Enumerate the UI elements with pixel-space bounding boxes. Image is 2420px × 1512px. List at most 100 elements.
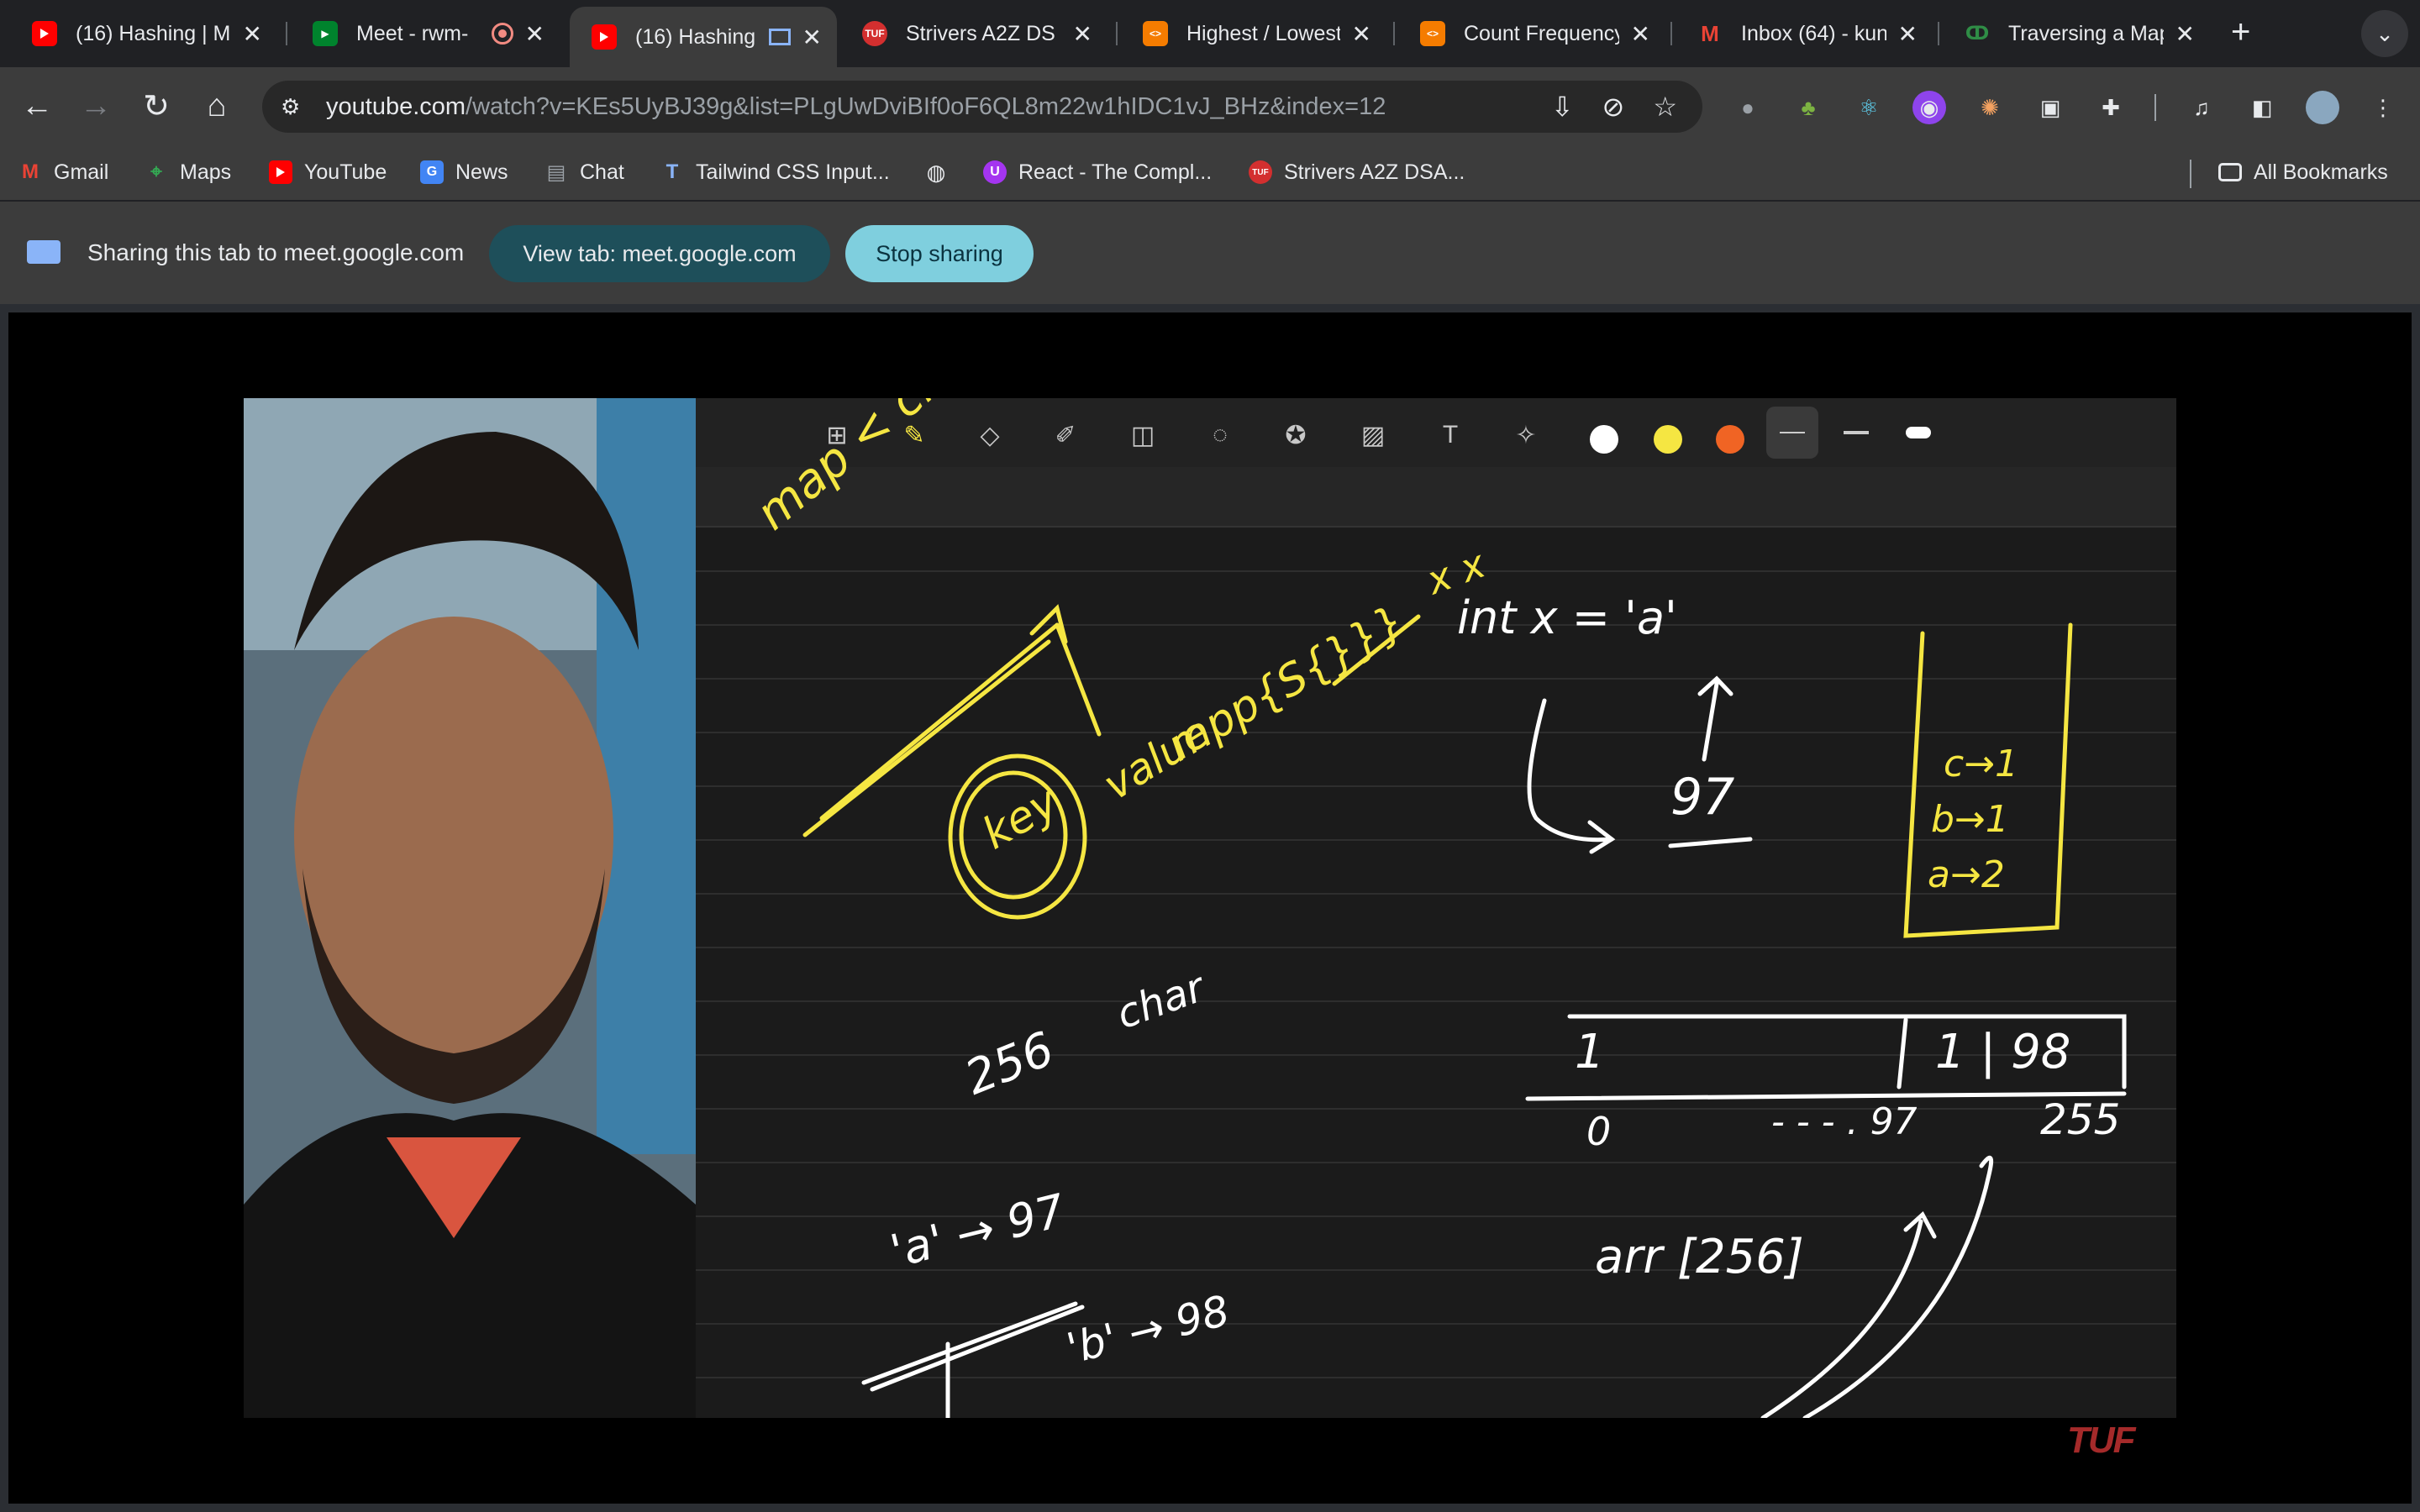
tuf-icon: TUF <box>862 21 887 46</box>
bookmark-gmail[interactable]: M Gmail <box>18 156 108 188</box>
bookmarks-divider <box>2190 160 2191 188</box>
close-icon[interactable]: ✕ <box>2175 20 2195 48</box>
tuf-icon: TUF <box>1249 160 1272 184</box>
tab-separator <box>286 22 287 45</box>
tab-highest-lowest[interactable]: <> Highest / Lowest ✕ <box>1121 8 1386 59</box>
new-tab-button[interactable]: + <box>2231 15 2250 49</box>
home-button[interactable]: ⌂ <box>195 84 239 128</box>
note-97: 97 <box>1670 768 1735 827</box>
extension-icon[interactable]: ● <box>1731 91 1765 124</box>
site-settings-icon[interactable]: ⚙ <box>281 94 314 120</box>
bookmark-news[interactable]: G News <box>420 156 508 188</box>
view-tab-button[interactable]: View tab: meet.google.com <box>489 225 830 282</box>
toolbar-divider <box>2154 94 2156 121</box>
tab-title: Traversing a Map <box>2008 21 2164 45</box>
url-path: /watch?v=KEs5UyBJ39g&list=PLgUwDviBIf0oF… <box>466 92 1386 120</box>
tab-separator <box>1393 22 1395 45</box>
bookmark-maps[interactable]: ⌖ Maps <box>145 156 231 188</box>
picture-in-picture-icon[interactable]: ▣ <box>2033 91 2067 124</box>
purple-extension-icon[interactable]: ◉ <box>1912 91 1946 124</box>
tab-inbox[interactable]: M Inbox (64) - kun ✕ <box>1676 8 1933 59</box>
close-icon[interactable]: ✕ <box>1898 20 1918 48</box>
url-text[interactable]: youtube.com/watch?v=KEs5UyBJ39g&list=PLg… <box>326 93 1386 121</box>
forward-button[interactable]: → <box>74 84 118 128</box>
tab-traversing-map[interactable]: ↀ Traversing a Map ✕ <box>1943 8 2210 59</box>
youtube-icon <box>592 24 617 50</box>
side-panel-icon[interactable]: ◧ <box>2245 91 2279 124</box>
tab-count-frequency[interactable]: <> Count Frequency ✕ <box>1398 8 1665 59</box>
tab-search-button[interactable]: ⌄ <box>2361 10 2408 57</box>
note-index-97: - - - . 97 <box>1771 1100 1918 1143</box>
react-devtools-icon[interactable]: ⚛ <box>1852 91 1886 124</box>
close-icon[interactable]: ✕ <box>1073 20 1092 48</box>
back-button[interactable]: ← <box>15 84 59 128</box>
meet-icon: ▶ <box>313 21 338 46</box>
close-icon[interactable]: ✕ <box>525 20 544 48</box>
close-icon[interactable]: ✕ <box>243 20 262 48</box>
note-array-1: 1 <box>1575 1025 1605 1079</box>
tab-title: Inbox (64) - kun <box>1741 21 1886 45</box>
browser-toolbar: ← → ↻ ⌂ ⚙ youtube.com/watch?v=KEs5UyBJ39… <box>0 67 2420 144</box>
tab-title: Count Frequency <box>1464 21 1619 45</box>
tab-title: Meet - rwm- <box>356 21 469 45</box>
tab-title: (16) Hashing <box>635 24 756 49</box>
note-map-a: a→2 <box>1928 853 2005 896</box>
bookmark-chat[interactable]: ▤ Chat <box>544 156 624 188</box>
bookmark-tailwind[interactable]: T Tailwind CSS Input... <box>660 156 890 188</box>
bookmark-react-course[interactable]: U React - The Compl... <box>983 156 1212 188</box>
tab-strip: (16) Hashing | M ✕ ▶ Meet - rwm- ✕ (16) … <box>0 0 2420 67</box>
tuf-watermark: TUF <box>2067 1420 2136 1461</box>
star-icon[interactable]: ☆ <box>1653 91 1677 123</box>
udemy-icon: U <box>983 160 1007 184</box>
tab-meet[interactable]: ▶ Meet - rwm- ✕ <box>291 8 560 59</box>
sharing-message: Sharing this tab to meet.google.com <box>87 239 465 265</box>
gmail-icon: M <box>1701 20 1719 46</box>
tab-youtube-hashing-active[interactable]: (16) Hashing ✕ <box>570 7 837 67</box>
note-array-1-98: 1 | 98 <box>1935 1025 2071 1079</box>
bookmarks-bar: M Gmail ⌖ Maps YouTube G News ▤ Chat T T… <box>0 144 2420 202</box>
install-app-icon[interactable]: ⇩ <box>1551 91 1574 123</box>
presenter-video <box>244 398 696 1418</box>
tab-title: Highest / Lowest <box>1186 21 1340 45</box>
bookmark-globe[interactable]: ◍ <box>924 156 960 188</box>
chat-icon: ▤ <box>546 160 566 184</box>
menu-kebab-icon[interactable]: ⋮ <box>2366 91 2400 124</box>
home-icon: ⌂ <box>207 87 227 123</box>
youtube-icon <box>32 21 57 46</box>
casting-icon <box>768 29 791 45</box>
stop-sharing-button[interactable]: Stop sharing <box>845 225 1034 282</box>
tailwind-icon: T <box>666 160 679 183</box>
address-bar[interactable]: ⚙ youtube.com/watch?v=KEs5UyBJ39g&list=P… <box>262 81 1702 133</box>
close-icon[interactable]: ✕ <box>802 24 822 51</box>
reload-button[interactable]: ↻ <box>134 84 178 128</box>
bookmark-strivers[interactable]: TUF Strivers A2Z DSA... <box>1249 156 1465 188</box>
bookmark-label: Tailwind CSS Input... <box>696 160 890 184</box>
bookmark-label: React - The Compl... <box>1018 160 1213 184</box>
extensions-puzzle-icon[interactable]: ✚ <box>2094 91 2128 124</box>
tab-strivers[interactable]: TUF Strivers A2Z DS ✕ <box>840 8 1107 59</box>
gfg-icon: ↀ <box>1965 23 1990 44</box>
bookmark-label: Chat <box>580 160 624 184</box>
tree-extension-icon[interactable]: ♣ <box>1791 91 1825 124</box>
media-controls-icon[interactable]: ♫ <box>2185 91 2218 124</box>
tab-youtube-hashing-1[interactable]: (16) Hashing | M ✕ <box>10 8 277 59</box>
url-host: youtube.com <box>326 92 466 120</box>
bookmark-youtube[interactable]: YouTube <box>269 156 387 188</box>
note-int-x: int x = 'a' <box>1457 591 1677 644</box>
bookmark-label: All Bookmarks <box>2254 160 2388 184</box>
avatar[interactable] <box>2306 91 2339 124</box>
bookmark-label: Maps <box>180 160 232 184</box>
cookie-icon[interactable]: ✺ <box>1973 91 2007 124</box>
bookmark-label: YouTube <box>304 160 387 184</box>
news-icon: G <box>420 160 444 184</box>
reload-icon: ↻ <box>143 88 170 124</box>
folder-icon <box>2218 163 2242 181</box>
bookmark-label: Strivers A2Z DSA... <box>1284 160 1465 184</box>
eye-slash-icon[interactable]: ⊘ <box>1602 91 1625 123</box>
close-icon[interactable]: ✕ <box>1631 20 1650 48</box>
tab-title: (16) Hashing | M <box>76 21 231 45</box>
note-index-255: 255 <box>2040 1095 2121 1144</box>
note-map-c: c→1 <box>1944 743 2019 785</box>
all-bookmarks-button[interactable]: All Bookmarks <box>2218 156 2388 188</box>
close-icon[interactable]: ✕ <box>1352 20 1371 48</box>
